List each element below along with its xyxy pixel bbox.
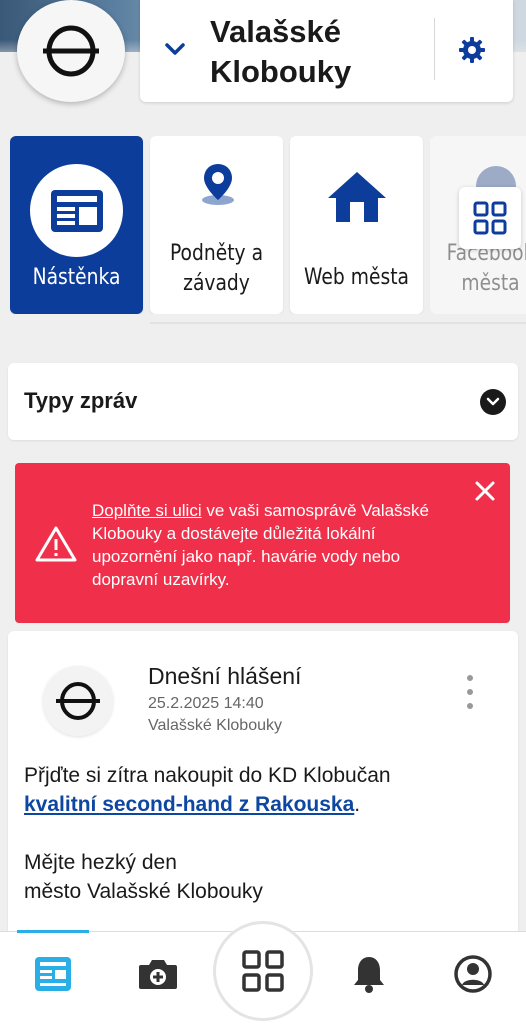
bell-icon bbox=[354, 957, 384, 993]
city-selector[interactable]: Valašské Klobouky bbox=[140, 0, 513, 102]
nav-apps[interactable] bbox=[213, 921, 313, 1021]
newspaper-icon bbox=[35, 957, 71, 991]
tile-city-web[interactable]: Web města bbox=[290, 136, 423, 314]
house-icon bbox=[328, 172, 386, 222]
message-types-dropdown[interactable]: Typy zpráv bbox=[8, 363, 518, 440]
post-body-link-line: kvalitní second-hand z Rakouska. bbox=[24, 790, 504, 819]
tiles-divider bbox=[150, 322, 526, 324]
user-circle-icon bbox=[454, 955, 492, 993]
nav-notifications[interactable] bbox=[347, 952, 391, 996]
alert-text: Doplňte si ulici ve vaši samosprávě Vala… bbox=[92, 499, 462, 591]
nav-active-indicator bbox=[17, 930, 89, 933]
city-logo-theta-icon bbox=[56, 682, 100, 720]
post-body: Přjďte si zítra nakoupit do KD Klobučan … bbox=[24, 761, 504, 906]
post-link[interactable]: kvalitní second-hand z Rakouska bbox=[24, 793, 354, 816]
post-card[interactable]: Dnešní hlášení 25.2.2025 14:40 Valašské … bbox=[8, 631, 518, 951]
avatar bbox=[43, 666, 113, 736]
post-body-spacer bbox=[24, 819, 504, 848]
warning-triangle-icon bbox=[35, 526, 77, 562]
tile-board[interactable]: Nástěnka bbox=[10, 136, 143, 314]
grid-icon bbox=[473, 201, 507, 235]
city-name[interactable]: Valašské Klobouky bbox=[210, 12, 425, 92]
chevron-down-circle-icon[interactable] bbox=[480, 389, 506, 415]
all-apps-button[interactable] bbox=[459, 187, 521, 249]
newspaper-icon bbox=[50, 189, 103, 232]
shortcut-tiles: Nástěnka Podněty a závady Web města Face… bbox=[10, 136, 526, 314]
tile-reports[interactable]: Podněty a závady bbox=[150, 136, 283, 314]
city-logo-theta-icon bbox=[43, 25, 99, 77]
camera-plus-icon bbox=[139, 960, 177, 989]
post-signature-line2: město Valašské Klobouky bbox=[24, 880, 263, 903]
grid-icon bbox=[242, 950, 284, 992]
tile-board-label: Nástěnka bbox=[32, 265, 121, 290]
post-signature-line1: Mějte hezký den bbox=[24, 851, 177, 874]
chevron-down-icon[interactable] bbox=[162, 40, 188, 60]
city-logo[interactable] bbox=[17, 0, 125, 102]
nav-profile[interactable] bbox=[451, 952, 495, 996]
nav-board[interactable] bbox=[31, 952, 75, 996]
map-pin-icon bbox=[202, 164, 234, 205]
close-icon[interactable] bbox=[471, 477, 499, 505]
post-body-line: Přjďte si zítra nakoupit do KD Klobučan bbox=[24, 764, 391, 787]
post-link-suffix: . bbox=[354, 793, 361, 816]
tile-reports-label: Podněty a závady bbox=[169, 241, 264, 296]
city-divider bbox=[434, 18, 435, 80]
chevron-down-icon bbox=[486, 397, 500, 406]
street-alert-banner: Doplňte si ulici ve vaši samosprávě Vala… bbox=[15, 463, 510, 623]
nav-report[interactable] bbox=[136, 952, 180, 996]
gear-icon[interactable] bbox=[458, 36, 486, 64]
add-street-link[interactable]: Doplňte si ulici bbox=[92, 501, 202, 520]
more-vertical-icon[interactable] bbox=[464, 673, 476, 711]
message-types-label: Typy zpráv bbox=[24, 388, 138, 413]
post-date: 25.2.2025 14:40 bbox=[148, 695, 264, 712]
tile-city-web-label: Web města bbox=[304, 265, 409, 290]
post-city: Valašské Klobouky bbox=[148, 717, 282, 734]
post-title: Dnešní hlášení bbox=[148, 663, 302, 689]
tile-board-icon-bg bbox=[30, 164, 123, 257]
